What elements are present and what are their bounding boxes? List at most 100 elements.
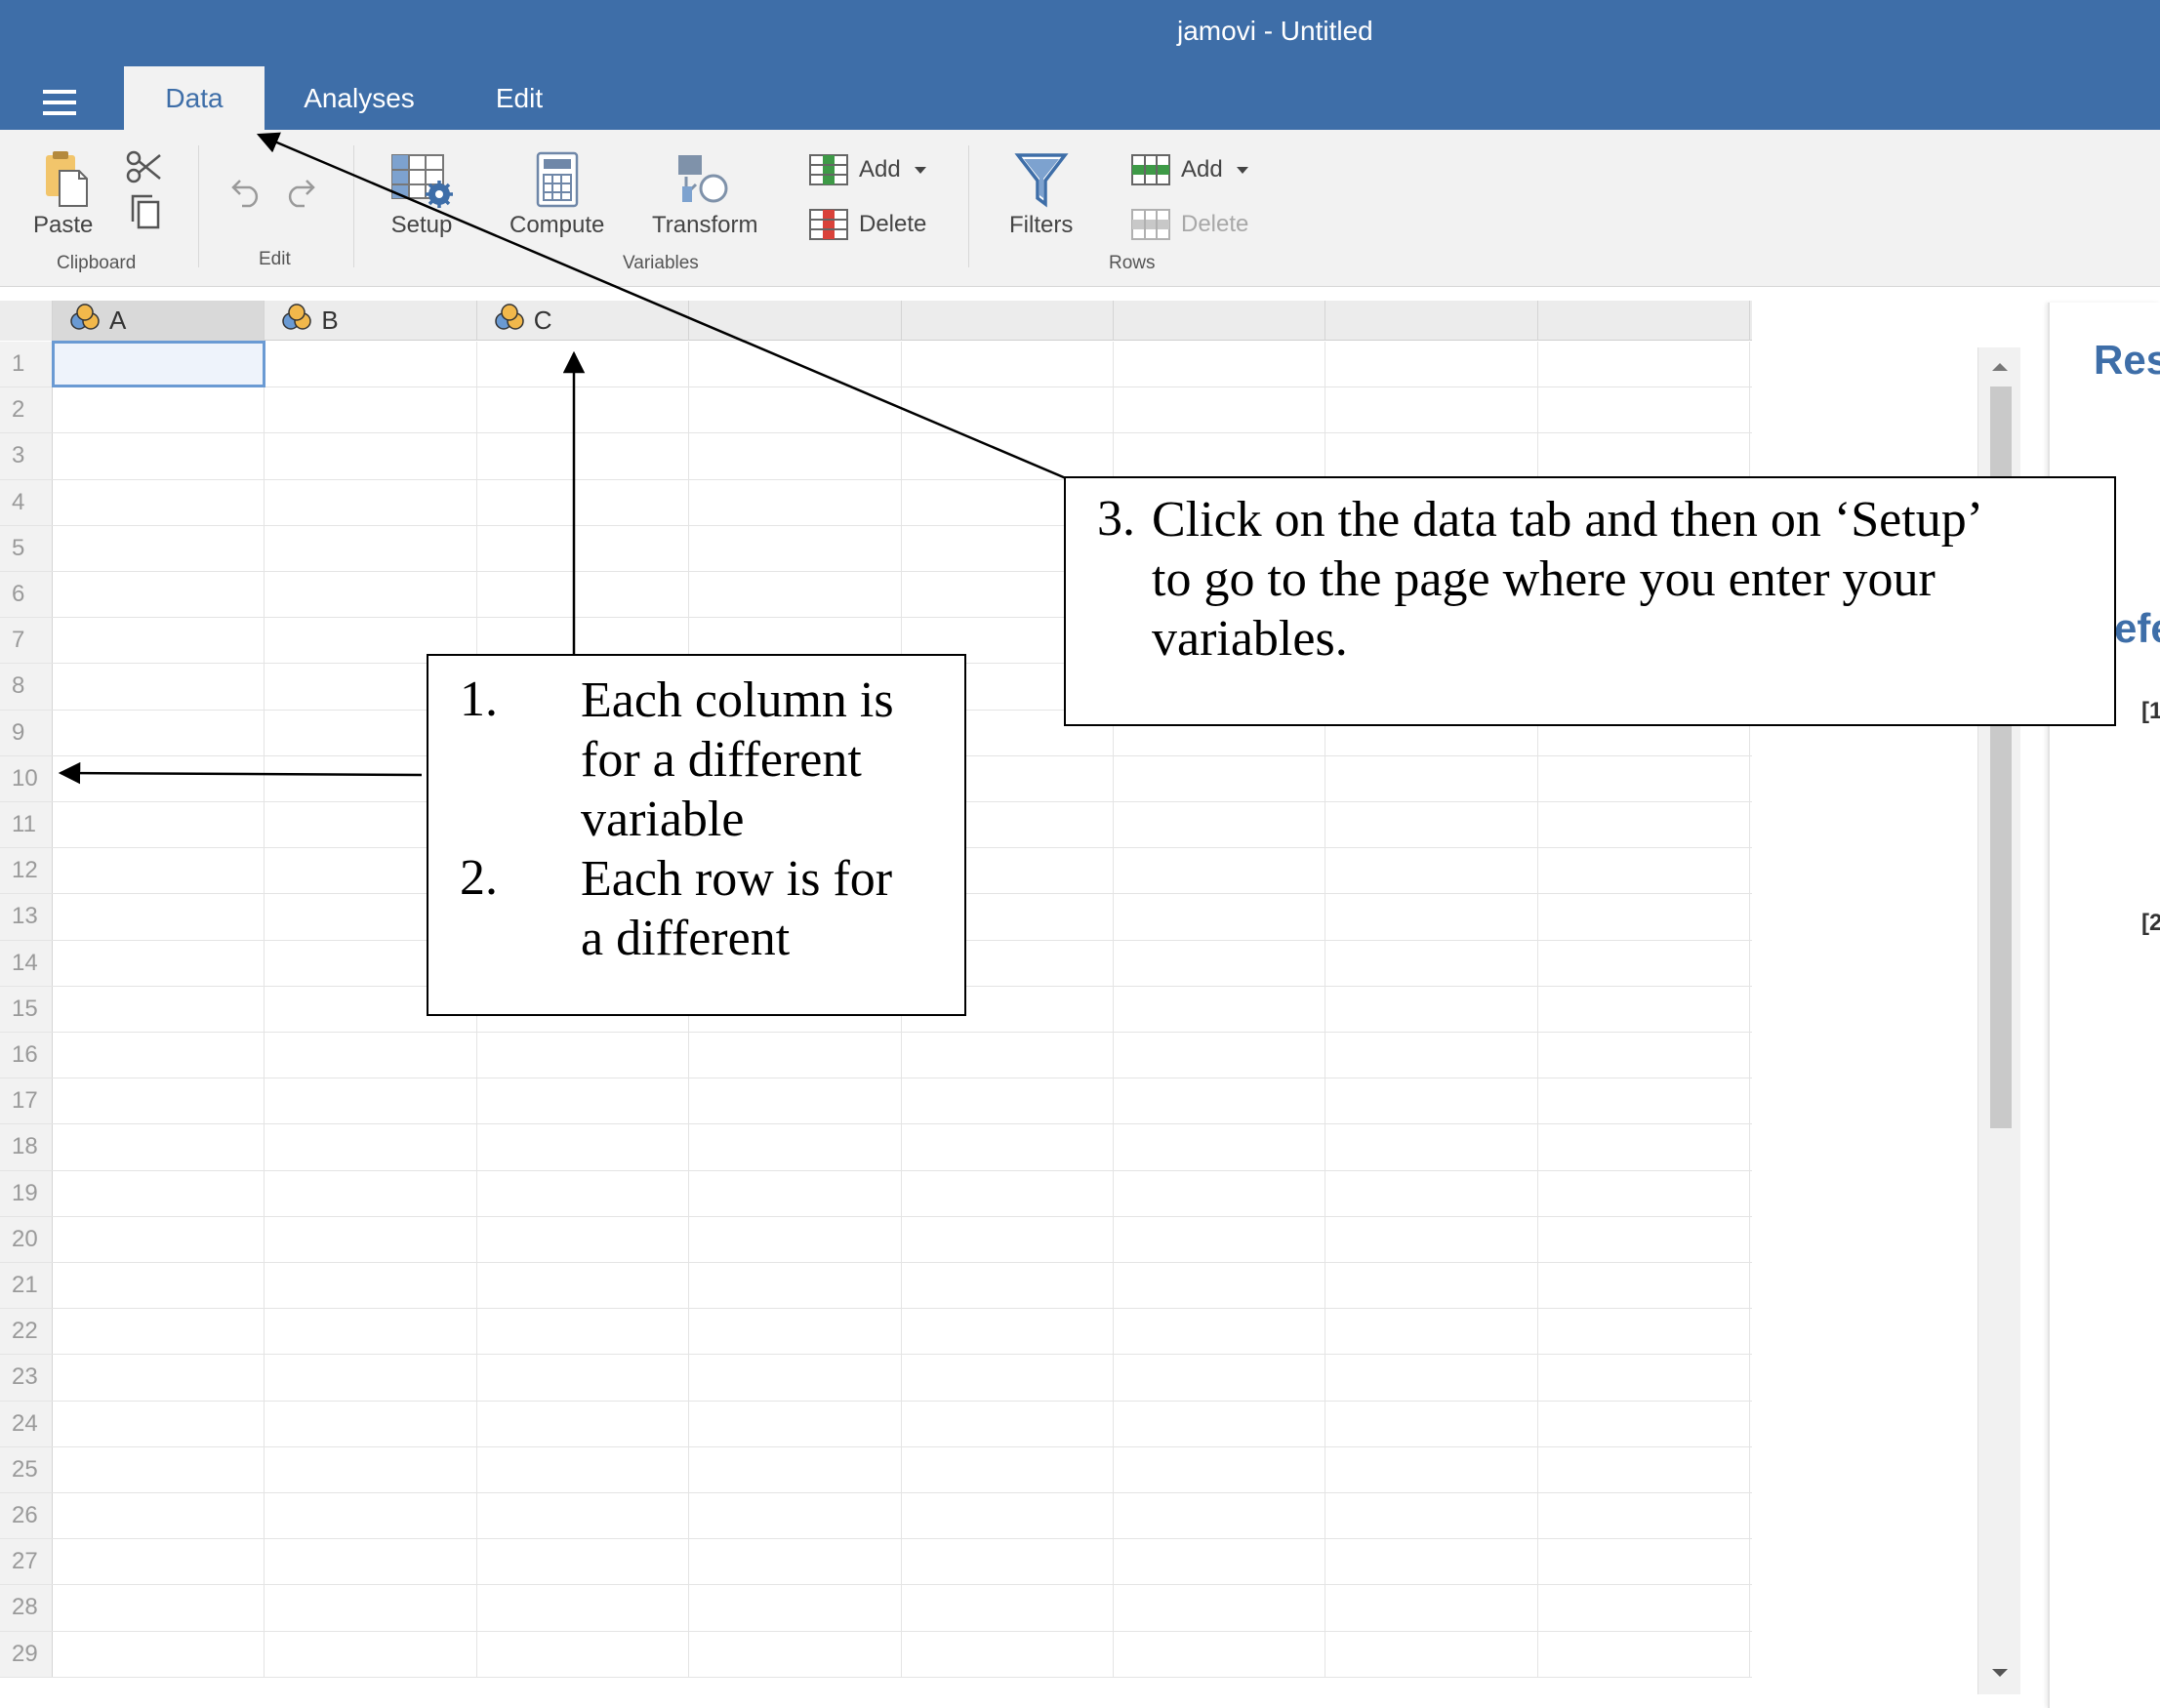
data-cell[interactable]	[477, 1124, 690, 1170]
data-cell[interactable]	[1538, 848, 1751, 894]
data-cell[interactable]	[265, 1355, 477, 1401]
data-cell[interactable]	[53, 848, 265, 894]
data-cell[interactable]	[477, 1033, 690, 1078]
column-header[interactable]	[689, 301, 902, 341]
tab-analyses[interactable]: Analyses	[283, 66, 435, 130]
data-cell[interactable]	[1325, 342, 1538, 387]
data-cell[interactable]	[689, 1124, 902, 1170]
data-cell[interactable]	[902, 433, 1114, 479]
data-cell[interactable]	[53, 755, 265, 801]
compute-button[interactable]: Compute	[509, 151, 604, 239]
data-cell[interactable]	[689, 1309, 902, 1355]
data-cell[interactable]	[902, 1539, 1114, 1585]
data-cell[interactable]	[1114, 755, 1326, 801]
data-cell[interactable]	[689, 1355, 902, 1401]
scroll-down-icon[interactable]	[1992, 1669, 2008, 1677]
row-number[interactable]: 11	[0, 802, 53, 848]
data-cell[interactable]	[902, 1124, 1114, 1170]
data-cell[interactable]	[53, 1124, 265, 1170]
row-number[interactable]: 9	[0, 710, 53, 755]
data-cell[interactable]	[902, 1078, 1114, 1124]
data-cell[interactable]	[1114, 1585, 1326, 1631]
data-cell[interactable]	[53, 525, 265, 571]
data-cell[interactable]	[1325, 1355, 1538, 1401]
row-number[interactable]: 13	[0, 894, 53, 940]
data-cell[interactable]	[1325, 1401, 1538, 1446]
column-header[interactable]: B	[265, 301, 477, 341]
cut-icon[interactable]	[125, 149, 164, 184]
paste-button[interactable]: Paste	[33, 149, 93, 239]
data-cell[interactable]	[477, 1493, 690, 1539]
data-cell[interactable]	[902, 1033, 1114, 1078]
row-number[interactable]: 7	[0, 618, 53, 664]
row-number[interactable]: 17	[0, 1078, 53, 1124]
data-cell[interactable]	[1114, 940, 1326, 986]
data-cell[interactable]	[53, 1493, 265, 1539]
data-cell[interactable]	[265, 1631, 477, 1677]
data-cell[interactable]	[1114, 387, 1326, 433]
data-cell[interactable]	[53, 802, 265, 848]
data-cell[interactable]	[53, 572, 265, 618]
undo-icon[interactable]	[230, 177, 265, 208]
data-cell[interactable]	[53, 1078, 265, 1124]
data-cell[interactable]	[1325, 848, 1538, 894]
data-cell[interactable]	[902, 1216, 1114, 1262]
data-cell[interactable]	[53, 1216, 265, 1262]
transform-button[interactable]: Transform	[652, 151, 757, 239]
row-number[interactable]: 4	[0, 479, 53, 525]
data-cell[interactable]	[689, 1401, 902, 1446]
data-cell[interactable]	[1114, 1078, 1326, 1124]
data-cell[interactable]	[1538, 387, 1751, 433]
data-cell[interactable]	[1538, 1170, 1751, 1216]
data-cell[interactable]	[689, 1263, 902, 1309]
data-cell[interactable]	[689, 479, 902, 525]
data-cell[interactable]	[902, 1355, 1114, 1401]
row-number[interactable]: 22	[0, 1309, 53, 1355]
data-cell[interactable]	[265, 1493, 477, 1539]
data-cell[interactable]	[902, 1446, 1114, 1492]
data-cell[interactable]	[1325, 894, 1538, 940]
data-cell[interactable]	[689, 525, 902, 571]
row-number[interactable]: 24	[0, 1401, 53, 1446]
data-cell[interactable]	[1325, 1539, 1538, 1585]
data-cell[interactable]	[53, 1631, 265, 1677]
redo-icon[interactable]	[281, 177, 316, 208]
data-cell[interactable]	[53, 1033, 265, 1078]
data-cell[interactable]	[689, 342, 902, 387]
data-cell[interactable]	[53, 710, 265, 755]
tab-data[interactable]: Data	[124, 66, 265, 130]
data-cell[interactable]	[265, 1585, 477, 1631]
data-cell[interactable]	[53, 1585, 265, 1631]
data-cell[interactable]	[1538, 342, 1751, 387]
data-cell[interactable]	[265, 1078, 477, 1124]
add-variable-button[interactable]: Add	[808, 153, 926, 186]
data-cell[interactable]	[689, 572, 902, 618]
data-cell[interactable]	[53, 1401, 265, 1446]
data-cell[interactable]	[265, 1446, 477, 1492]
data-cell[interactable]	[477, 387, 690, 433]
data-cell[interactable]	[1538, 1263, 1751, 1309]
data-cell[interactable]	[902, 1170, 1114, 1216]
row-number[interactable]: 28	[0, 1585, 53, 1631]
data-cell[interactable]	[477, 1401, 690, 1446]
data-cell[interactable]	[1114, 1493, 1326, 1539]
data-cell[interactable]	[265, 387, 477, 433]
data-cell[interactable]	[902, 1585, 1114, 1631]
data-cell[interactable]	[902, 1493, 1114, 1539]
data-cell[interactable]	[53, 1446, 265, 1492]
data-cell[interactable]	[1325, 1216, 1538, 1262]
data-cell[interactable]	[902, 1309, 1114, 1355]
data-cell[interactable]	[477, 1355, 690, 1401]
row-number[interactable]: 10	[0, 755, 53, 801]
column-header[interactable]: A	[53, 301, 265, 341]
data-cell[interactable]	[477, 1631, 690, 1677]
data-cell[interactable]	[1114, 1216, 1326, 1262]
row-number[interactable]: 25	[0, 1446, 53, 1492]
column-header[interactable]	[902, 301, 1114, 341]
data-cell[interactable]	[902, 1263, 1114, 1309]
data-cell[interactable]	[477, 1585, 690, 1631]
data-cell[interactable]	[477, 1263, 690, 1309]
row-number[interactable]: 3	[0, 433, 53, 479]
data-cell[interactable]	[1114, 802, 1326, 848]
data-cell[interactable]	[477, 1078, 690, 1124]
